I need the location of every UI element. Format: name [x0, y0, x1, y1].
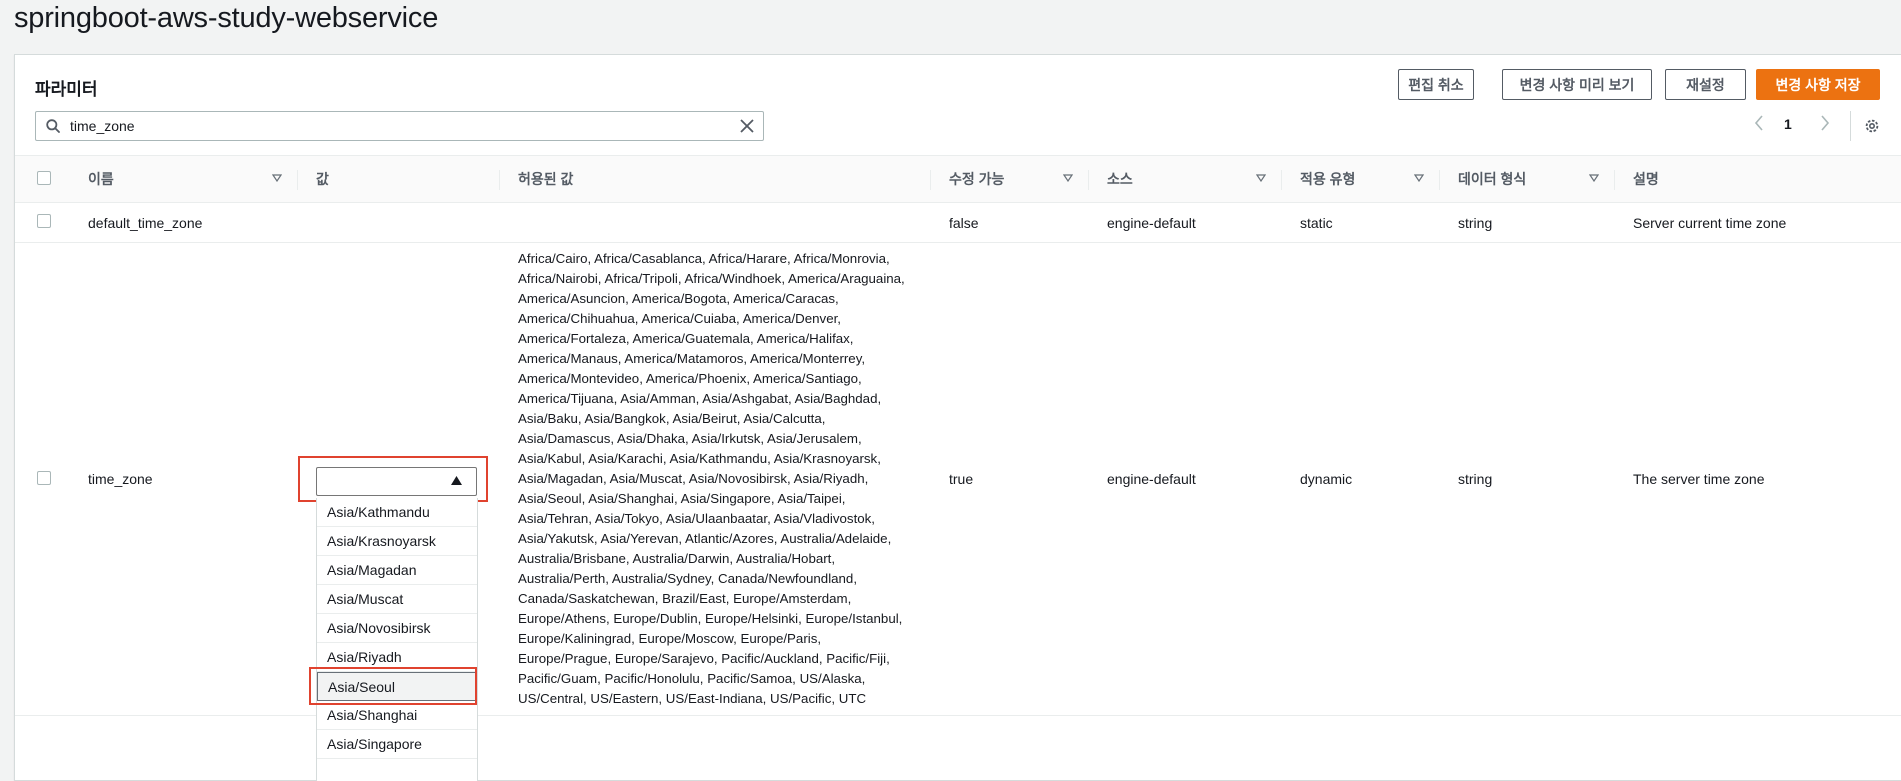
- param-source: engine-default: [1107, 214, 1196, 231]
- parameters-panel: 파라미터 편집 취소 변경 사항 미리 보기 재설정 변경 사항 저장 1 이름…: [14, 54, 1901, 781]
- param-name: default_time_zone: [88, 214, 203, 231]
- column-header-allowed-values: 허용된 값: [500, 156, 931, 203]
- sort-icon: [1063, 174, 1073, 182]
- param-data-type: string: [1458, 214, 1493, 231]
- clear-icon[interactable]: [739, 118, 755, 134]
- dropdown-option[interactable]: Asia/Shanghai: [317, 701, 477, 730]
- sort-icon: [1256, 174, 1266, 182]
- page-title: springboot-aws-study-webservice: [14, 2, 439, 34]
- table-header-row: 이름 값 허용된 값 수정 가능 소스 적용 유형 데이터 형식 설명: [15, 155, 1901, 203]
- row-checkbox[interactable]: [37, 470, 51, 485]
- table-row: default_time_zone false engine-default s…: [15, 203, 1901, 243]
- parameters-table: 이름 값 허용된 값 수정 가능 소스 적용 유형 데이터 형식 설명 defa…: [15, 155, 1901, 716]
- param-data-type: string: [1458, 471, 1493, 487]
- param-apply-type: static: [1300, 214, 1333, 231]
- param-modifiable: true: [949, 471, 974, 487]
- chevron-left-icon[interactable]: [1753, 115, 1765, 131]
- dropdown-option[interactable]: Asia/Muscat: [317, 585, 477, 614]
- param-source: engine-default: [1107, 471, 1196, 487]
- dropdown-option[interactable]: Asia/Kathmandu: [317, 498, 477, 527]
- time-zone-dropdown[interactable]: Asia/Kathmandu Asia/Krasnoyarsk Asia/Mag…: [316, 498, 478, 781]
- param-apply-type: dynamic: [1300, 471, 1353, 487]
- save-changes-button[interactable]: 변경 사항 저장: [1756, 69, 1880, 100]
- column-header-source[interactable]: 소스: [1089, 156, 1282, 203]
- search-field[interactable]: [35, 111, 764, 141]
- column-header-data-type[interactable]: 데이터 형식: [1440, 156, 1615, 203]
- panel-title: 파라미터: [35, 80, 98, 99]
- column-header-name[interactable]: 이름: [70, 156, 298, 203]
- preview-changes-button[interactable]: 변경 사항 미리 보기: [1502, 69, 1652, 100]
- dropdown-option[interactable]: Asia/Singapore: [317, 730, 477, 759]
- dropdown-option[interactable]: Asia/Krasnoyarsk: [317, 527, 477, 556]
- selected-option-highlight: [309, 667, 477, 705]
- param-allowed-values: [500, 203, 931, 243]
- select-all-checkbox[interactable]: [37, 170, 51, 185]
- column-header-apply-type[interactable]: 적용 유형: [1282, 156, 1440, 203]
- search-input[interactable]: [70, 116, 710, 136]
- column-header-modifiable[interactable]: 수정 가능: [931, 156, 1089, 203]
- gear-icon[interactable]: [1863, 117, 1881, 135]
- chevron-right-icon[interactable]: [1819, 115, 1831, 131]
- dropdown-option[interactable]: Asia/Magadan: [317, 556, 477, 585]
- param-description: Server current time zone: [1633, 214, 1787, 231]
- param-name: time_zone: [88, 471, 153, 487]
- row-checkbox[interactable]: [37, 214, 51, 228]
- param-description: The server time zone: [1633, 471, 1765, 487]
- sort-icon: [1414, 174, 1424, 182]
- sort-icon: [1589, 174, 1599, 182]
- cancel-edit-button[interactable]: 편집 취소: [1398, 69, 1474, 100]
- reset-button[interactable]: 재설정: [1665, 69, 1746, 100]
- page-number[interactable]: 1: [1784, 116, 1792, 132]
- select-all-header: [15, 156, 70, 203]
- column-header-value: 값: [298, 156, 500, 203]
- search-icon: [46, 119, 60, 133]
- param-value: [298, 203, 500, 243]
- param-allowed-values: Africa/Cairo, Africa/Casablanca, Africa/…: [518, 251, 905, 706]
- divider: [1850, 111, 1851, 141]
- dropdown-option[interactable]: Asia/Novosibirsk: [317, 614, 477, 643]
- param-modifiable: false: [949, 214, 979, 231]
- sort-icon: [272, 174, 282, 182]
- caret-up-icon[interactable]: [451, 476, 462, 485]
- column-header-description: 설명: [1633, 171, 1659, 187]
